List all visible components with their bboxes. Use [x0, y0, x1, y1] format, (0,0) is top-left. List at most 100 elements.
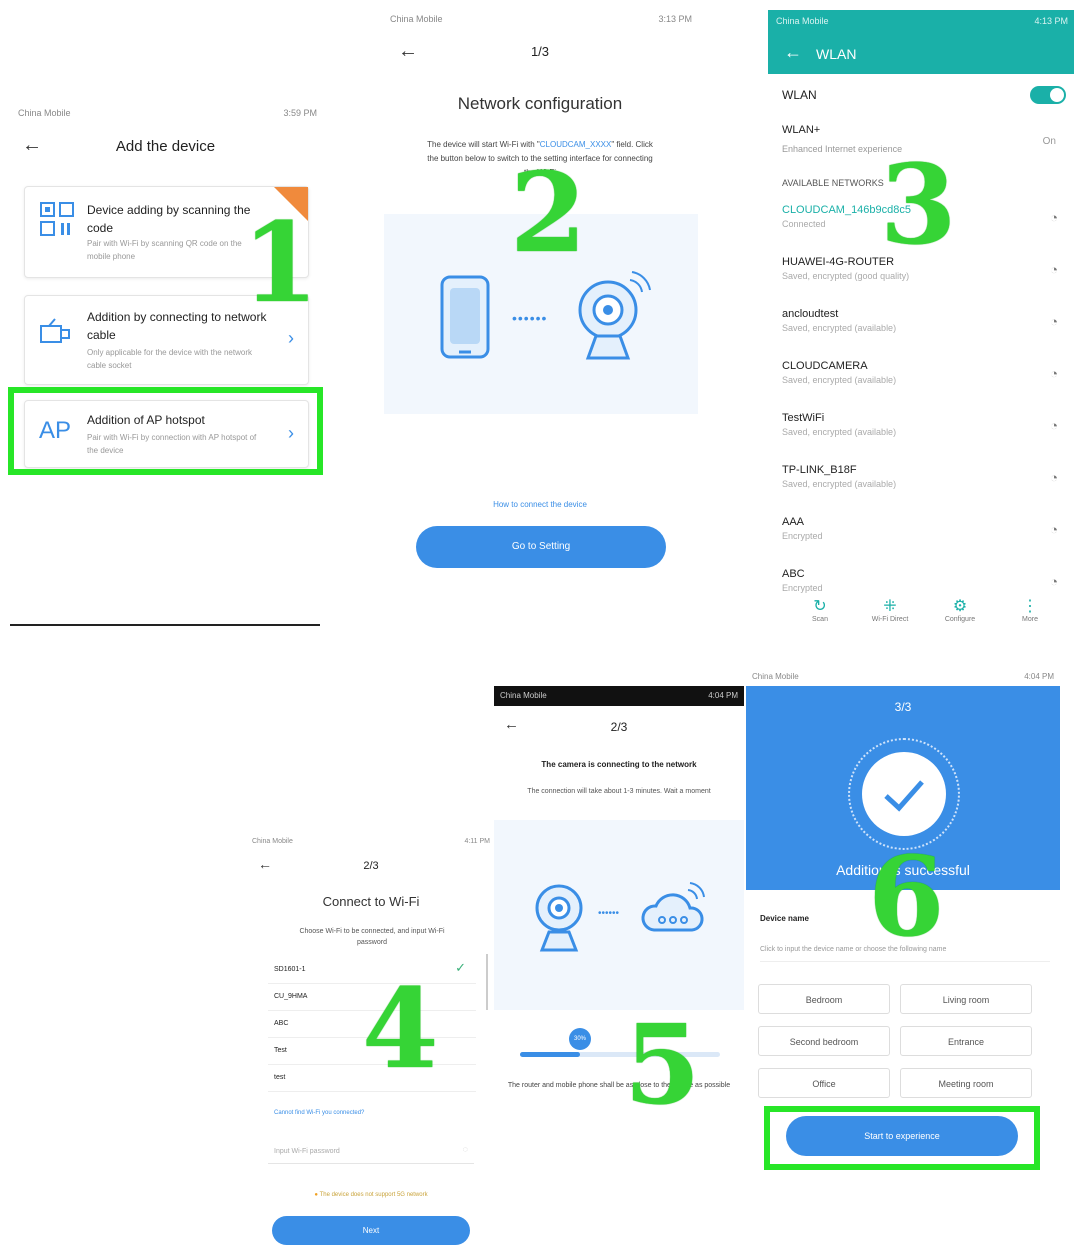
phone-icon	[439, 274, 491, 365]
instruction-text: The connection will take about 1-3 minut…	[527, 788, 711, 795]
wifi-lock-icon: ◔	[1050, 262, 1058, 277]
cannot-find-wifi-link[interactable]: Cannot find Wi-Fi you connected?	[274, 1110, 364, 1116]
status-carrier: China Mobile	[776, 16, 829, 26]
name-option[interactable]: Bedroom	[758, 984, 890, 1014]
password-placeholder: Input Wi-Fi password	[274, 1148, 340, 1155]
status-time: 3:13 PM	[658, 14, 692, 24]
wifi-direct-icon: ⁜	[883, 598, 897, 615]
help-link[interactable]: How to connect the device	[380, 500, 700, 509]
wifi-signal-icon: ◔	[1050, 210, 1058, 225]
status-carrier: China Mobile	[252, 838, 293, 845]
page-title: Network configuration	[457, 94, 623, 113]
wifi-lock-icon: ◔	[1050, 470, 1058, 485]
dots-connector: ••••••	[512, 310, 548, 326]
step-number: 6	[868, 832, 945, 961]
progress-bubble: 30%	[569, 1028, 591, 1050]
screen-connecting: China Mobile 4:04 PM ← 2/3 The camera is…	[494, 686, 744, 1132]
wifi-lock-icon: ◔	[1050, 418, 1058, 433]
network-name: AAA	[782, 516, 805, 528]
name-option[interactable]: Living room	[900, 984, 1032, 1014]
warning-text: The device does not support 5G network	[319, 1192, 428, 1198]
network-row[interactable]: ancloudtest Saved, encrypted (available)…	[782, 308, 1072, 348]
bottom-toolbar: ↻ Scan ⁜ Wi-Fi Direct ⚙ Configure ⋮ More	[778, 596, 1068, 636]
wifi-name: Test	[274, 1047, 287, 1054]
toolbar-label: More	[1022, 616, 1038, 623]
next-button[interactable]: Next	[272, 1216, 470, 1245]
refresh-icon: ↻	[813, 598, 827, 615]
status-time: 4:04 PM	[1024, 672, 1054, 681]
list-scrollbar[interactable]	[486, 954, 488, 1010]
network-row[interactable]: TP-LINK_B18F Saved, encrypted (available…	[782, 464, 1072, 504]
network-row[interactable]: CLOUDCAMERA Saved, encrypted (available)…	[782, 360, 1072, 400]
more-vertical-icon: ⋮	[1022, 598, 1038, 615]
screen-network-config: China Mobile 3:13 PM ← 1/3 Network confi…	[380, 8, 700, 588]
qr-code-icon	[39, 201, 75, 242]
wifi-lock-icon: ◔	[1050, 522, 1058, 537]
wlan-header: China Mobile 4:13 PM ← WLAN	[768, 10, 1074, 74]
warning-note: ● The device does not support 5G network	[248, 1192, 494, 1198]
wifi-name: CU_9HMA	[274, 993, 308, 1000]
status-time: 4:11 PM	[464, 838, 490, 845]
status-carrier: China Mobile	[390, 14, 443, 24]
network-status: Saved, encrypted (available)	[782, 427, 897, 437]
name-option[interactable]: Second bedroom	[758, 1026, 890, 1056]
network-status: Encrypted	[782, 583, 823, 593]
configure-button[interactable]: ⚙ Configure	[930, 596, 990, 623]
step-counter: 3/3	[894, 700, 912, 714]
camera-icon	[532, 880, 586, 957]
toolbar-label: Configure	[944, 616, 976, 623]
name-option[interactable]: Entrance	[900, 1026, 1032, 1056]
progress-fill	[520, 1052, 580, 1057]
password-field[interactable]: Input Wi-Fi password ◌	[268, 1140, 474, 1164]
wlan-toggle[interactable]	[1030, 86, 1066, 104]
wifi-direct-button[interactable]: ⁜ Wi-Fi Direct	[860, 596, 920, 623]
network-status: Saved, encrypted (available)	[782, 375, 897, 385]
chevron-right-icon: ›	[288, 328, 294, 348]
device-name-label: Device name	[760, 914, 809, 923]
step-number: 1	[242, 198, 319, 327]
step-counter: 2/3	[610, 720, 628, 734]
go-to-setting-button[interactable]: Go to Setting	[416, 526, 666, 568]
back-arrow-icon[interactable]: ←	[784, 42, 802, 63]
screen-add-device: China Mobile 3:59 PM ← Add the device De…	[8, 100, 323, 630]
screen-success: 3/3 Addition is successful China Mobile …	[744, 666, 1064, 1176]
warning-icon: ●	[314, 1192, 318, 1198]
wifi-lock-icon: ◔	[1050, 366, 1058, 381]
network-status: Saved, encrypted (good quality)	[782, 271, 910, 281]
step-number: 2	[510, 148, 587, 277]
divider	[10, 624, 320, 626]
wlanplus-label: WLAN+	[782, 124, 821, 136]
status-time: 4:13 PM	[1034, 16, 1068, 26]
wlanplus-value[interactable]: On	[1043, 136, 1056, 147]
step-number: 3	[880, 140, 957, 269]
network-name: ancloudtest	[782, 308, 839, 320]
wifi-name: test	[274, 1074, 286, 1081]
status-time: 3:59 PM	[283, 108, 317, 118]
network-cable-icon	[39, 318, 75, 351]
network-row[interactable]: TestWiFi Saved, encrypted (available) ◔	[782, 412, 1072, 452]
network-name: TP-LINK_B18F	[782, 464, 857, 476]
screen-wlan: China Mobile 4:13 PM ← WLAN WLAN WLAN+ E…	[768, 10, 1074, 640]
page-title: Add the device	[115, 138, 216, 155]
wifi-name: ABC	[274, 1020, 289, 1027]
option-cable-subtitle: Only applicable for the device with the …	[87, 348, 252, 370]
dots-connector: ••••••	[598, 908, 620, 919]
network-name: ABC	[782, 568, 805, 580]
highlight-box	[764, 1106, 1040, 1170]
eye-icon[interactable]: ◌	[463, 1144, 468, 1154]
highlight-box	[8, 387, 323, 475]
status-bar: China Mobile 4:04 PM	[494, 686, 744, 706]
more-button[interactable]: ⋮ More	[1000, 596, 1060, 623]
scan-button[interactable]: ↻ Scan	[790, 596, 850, 623]
name-option[interactable]: Meeting room	[900, 1068, 1032, 1098]
illustration-panel: ••••••	[494, 820, 744, 1010]
step-counter: 1/3	[530, 44, 550, 59]
gear-icon: ⚙	[952, 598, 968, 615]
step-number: 5	[624, 1000, 701, 1129]
status-carrier: China Mobile	[752, 672, 799, 681]
toolbar-label: Scan	[812, 616, 828, 623]
status-carrier: China Mobile	[18, 108, 71, 118]
network-row[interactable]: AAA Encrypted ◔	[782, 516, 1072, 556]
wifi-lock-icon: ◔	[1050, 314, 1058, 329]
name-option[interactable]: Office	[758, 1068, 890, 1098]
